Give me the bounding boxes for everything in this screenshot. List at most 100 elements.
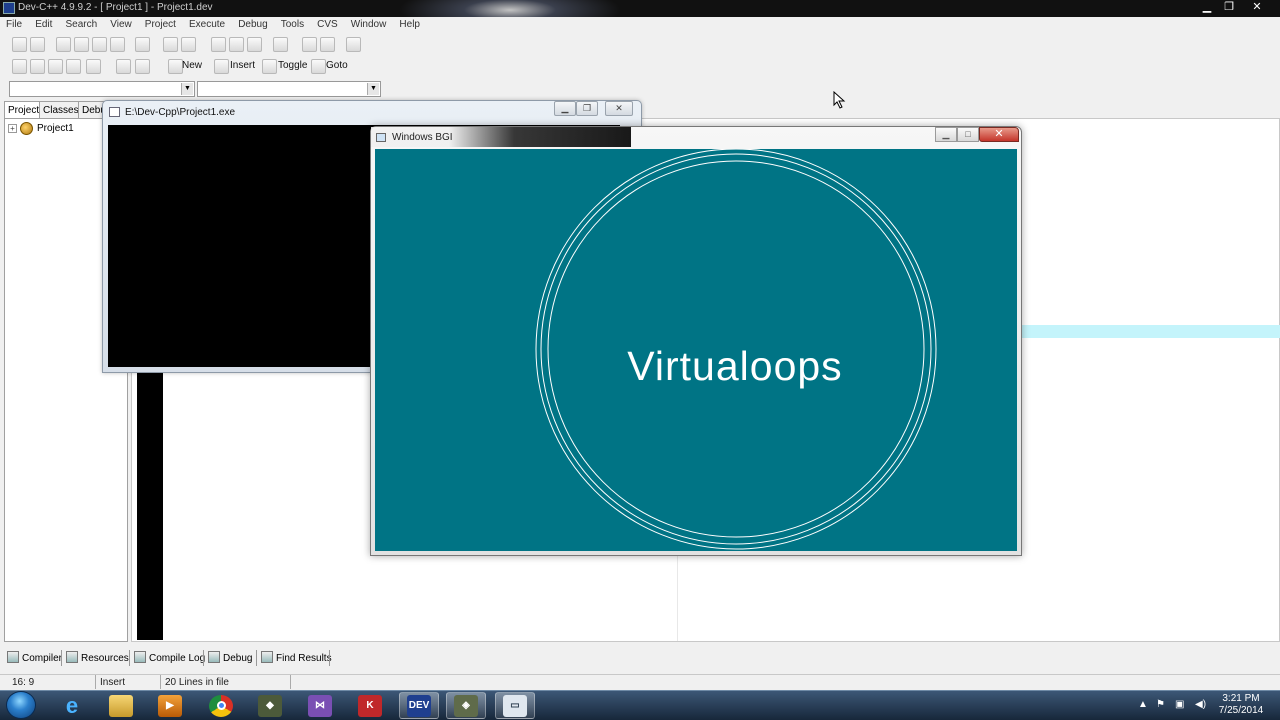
- goto-button[interactable]: Goto: [326, 60, 348, 71]
- clock-date: 7/25/2014: [1218, 705, 1264, 716]
- tab-compile-log[interactable]: Compile Log: [134, 651, 205, 664]
- new-button[interactable]: New: [182, 60, 202, 71]
- tab-compiler[interactable]: Compiler: [7, 651, 62, 664]
- menu-search[interactable]: Search: [59, 17, 101, 30]
- bgi-title: Windows BGI: [392, 132, 453, 143]
- about-icon[interactable]: [135, 59, 150, 74]
- insert-button[interactable]: Insert: [230, 60, 255, 71]
- print-icon[interactable]: [135, 37, 150, 52]
- tray-flag-icon[interactable]: ⚑: [1156, 699, 1165, 710]
- find-next-icon[interactable]: [247, 37, 262, 52]
- debug-check-icon: [208, 651, 220, 663]
- menu-tools[interactable]: Tools: [275, 17, 308, 30]
- goto-icon[interactable]: [311, 59, 326, 74]
- menu-debug[interactable]: Debug: [232, 17, 271, 30]
- tray-volume-icon[interactable]: ◀): [1195, 699, 1206, 710]
- close-icon[interactable]: ✕: [1246, 0, 1268, 15]
- restore-icon[interactable]: ❐: [1218, 0, 1240, 15]
- class-combo[interactable]: ▼: [9, 81, 195, 97]
- bgi-maximize-icon[interactable]: □: [957, 127, 979, 142]
- toggle-icon[interactable]: [262, 59, 277, 74]
- minimize-icon[interactable]: ▁: [1196, 0, 1218, 15]
- toolbar-secondary: New Insert Toggle Goto: [0, 56, 380, 78]
- chevron-down-icon[interactable]: ▼: [181, 83, 193, 95]
- find-icon[interactable]: [211, 37, 226, 52]
- bgi-window-icon: [376, 133, 386, 142]
- help-icon[interactable]: [116, 59, 131, 74]
- cursor-position: 16: 9: [12, 677, 35, 688]
- taskbar-visual-studio[interactable]: ⋈: [300, 692, 340, 719]
- save-icon[interactable]: [74, 37, 89, 52]
- tree-item-project1[interactable]: Project1: [37, 123, 74, 134]
- check-icon[interactable]: [86, 59, 101, 74]
- remove-from-project-icon[interactable]: [320, 37, 335, 52]
- member-combo[interactable]: ▼: [197, 81, 381, 97]
- mouse-cursor-icon: [833, 91, 846, 109]
- project-options-icon[interactable]: [346, 37, 361, 52]
- bgi-close-icon[interactable]: ✕: [979, 127, 1019, 142]
- taskbar-app-k[interactable]: K: [350, 692, 390, 719]
- taskbar-explorer[interactable]: [101, 692, 141, 719]
- tray-network-icon[interactable]: ▣: [1175, 699, 1184, 710]
- menu-execute[interactable]: Execute: [183, 17, 229, 30]
- menu-view[interactable]: View: [104, 17, 136, 30]
- menu-project[interactable]: Project: [139, 17, 180, 30]
- console-icon: [109, 107, 120, 117]
- tab-resources[interactable]: Resources: [66, 651, 129, 664]
- goto-line-icon[interactable]: [273, 37, 288, 52]
- taskbar-bgi[interactable]: ◈: [446, 692, 486, 719]
- console-close-icon[interactable]: ✕: [605, 101, 633, 116]
- menu-edit[interactable]: Edit: [29, 17, 56, 30]
- compile-run-icon[interactable]: [48, 59, 63, 74]
- status-bar: 16: 9 Insert 20 Lines in file: [0, 674, 1280, 690]
- bgi-minimize-icon[interactable]: ▁: [935, 127, 957, 142]
- new-file-icon[interactable]: [56, 37, 71, 52]
- taskbar: [0, 690, 1280, 720]
- taskbar-window[interactable]: ▭: [495, 692, 535, 719]
- active-line-highlight: [1018, 325, 1280, 338]
- close-file-icon[interactable]: [110, 37, 125, 52]
- menu-help[interactable]: Help: [393, 17, 424, 30]
- tray-expand-icon[interactable]: ▲: [1138, 699, 1148, 710]
- compile-icon[interactable]: [12, 59, 27, 74]
- bgi-text: Virtualoops: [627, 343, 843, 389]
- redo-icon[interactable]: [181, 37, 196, 52]
- project-icon: [20, 122, 33, 135]
- open-project-icon[interactable]: [30, 37, 45, 52]
- save-all-icon[interactable]: [92, 37, 107, 52]
- menu-file[interactable]: File: [0, 17, 26, 30]
- window-app-icon: ▭: [503, 694, 527, 717]
- tray-clock[interactable]: 3:21 PM 7/25/2014: [1212, 693, 1270, 717]
- console-minimize-icon[interactable]: ▁: [554, 101, 576, 116]
- main-title-bar[interactable]: Dev-C++ 4.9.9.2 - [ Project1 ] - Project…: [0, 0, 1280, 17]
- new-project-icon[interactable]: [12, 37, 27, 52]
- tab-find-results[interactable]: Find Results: [261, 651, 332, 664]
- insert-icon[interactable]: [214, 59, 229, 74]
- internet-explorer-icon: e: [65, 692, 79, 718]
- taskbar-app-green[interactable]: ◆: [250, 692, 290, 719]
- console-output: [108, 125, 374, 367]
- expand-icon[interactable]: +: [8, 124, 17, 133]
- start-button-icon[interactable]: [6, 691, 36, 719]
- line-count: 20 Lines in file: [165, 677, 229, 688]
- run-icon[interactable]: [30, 59, 45, 74]
- taskbar-chrome[interactable]: [201, 692, 241, 719]
- menu-window[interactable]: Window: [345, 17, 391, 30]
- console-title: E:\Dev-Cpp\Project1.exe: [125, 107, 236, 118]
- tab-debug-bottom[interactable]: Debug: [208, 651, 252, 664]
- console-restore-icon[interactable]: ❐: [576, 101, 598, 116]
- taskbar-devcpp[interactable]: DEV: [399, 692, 439, 719]
- clock-time: 3:21 PM: [1222, 693, 1260, 704]
- add-to-project-icon[interactable]: [302, 37, 317, 52]
- menu-cvs[interactable]: CVS: [311, 17, 342, 30]
- replace-icon[interactable]: [229, 37, 244, 52]
- rebuild-icon[interactable]: [66, 59, 81, 74]
- undo-icon[interactable]: [163, 37, 178, 52]
- tab-classes[interactable]: Classes: [39, 101, 83, 119]
- chevron-down-icon[interactable]: ▼: [367, 83, 379, 95]
- toolbar-main: [0, 34, 380, 56]
- toggle-button[interactable]: Toggle: [278, 60, 307, 71]
- new-bookmark-icon[interactable]: [168, 59, 183, 74]
- taskbar-media[interactable]: ▶: [150, 692, 190, 719]
- taskbar-ie[interactable]: e: [52, 692, 92, 719]
